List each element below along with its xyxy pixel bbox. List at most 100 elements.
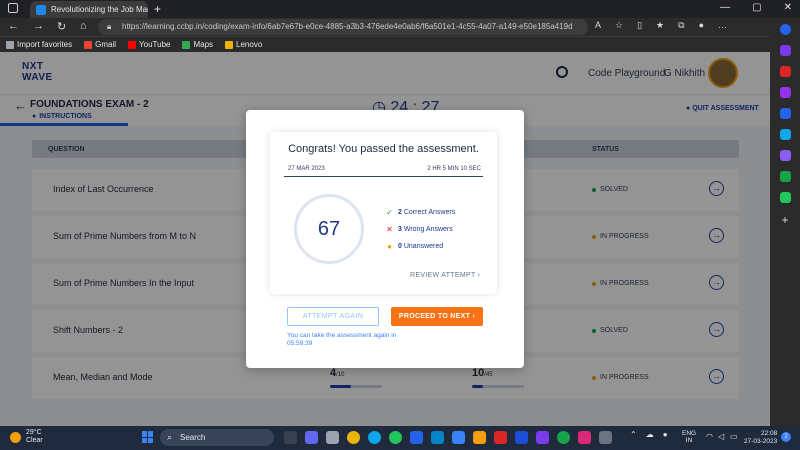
microphone-icon[interactable]: ● (663, 430, 668, 439)
unanswered-count: 0 (398, 243, 402, 250)
task-view-icon[interactable] (284, 431, 297, 444)
whatsapp-icon[interactable] (389, 431, 402, 444)
maps-icon (182, 40, 191, 49)
temperature: 29°C (26, 429, 42, 436)
address-bar: ← → ↻ ⌂ 🔒︎ https://learning.ccbp.in/codi… (0, 18, 770, 36)
chevron-right-icon: › (472, 313, 476, 320)
spotify-icon[interactable] (557, 431, 570, 444)
result-modal: Congrats! You passed the assessment. 27 … (246, 110, 524, 368)
edge-sidebar: + (770, 18, 800, 426)
exam-date: 27 MAR 2023 (288, 166, 325, 172)
mcafee-icon[interactable] (494, 431, 507, 444)
favorite-gmail[interactable]: Gmail (84, 40, 116, 49)
settings-icon[interactable] (599, 431, 612, 444)
tab-actions-icon[interactable] (8, 3, 18, 13)
cross-icon: ✕ (386, 225, 393, 234)
proceed-label: PROCEED TO NEXT (398, 313, 471, 320)
chevron-up-icon[interactable]: ⌃ (630, 430, 637, 439)
instagram-icon[interactable] (578, 431, 591, 444)
favorite-maps[interactable]: Maps (182, 40, 213, 49)
refresh-icon[interactable]: ↻ (57, 20, 66, 33)
wrong-stat: ✕ 3 Wrong Answers (386, 225, 453, 234)
tab-title: Revolutionizing the Job Market | (51, 5, 148, 14)
outlook-icon[interactable] (779, 129, 791, 140)
zoom-icon[interactable] (410, 431, 423, 444)
forward-icon[interactable]: → (33, 20, 44, 32)
file-explorer-icon[interactable] (326, 431, 339, 444)
close-window-icon[interactable]: ✕ (784, 2, 792, 13)
favorite-label: Gmail (95, 40, 117, 49)
app-icon[interactable] (536, 431, 549, 444)
result-card: Congrats! You passed the assessment. 27 … (270, 132, 497, 294)
collections-icon[interactable]: ⧉ (678, 20, 684, 31)
score-ring: 67 (294, 194, 364, 264)
favorite-import[interactable]: Import favorites (6, 40, 72, 49)
photos-icon[interactable] (515, 431, 528, 444)
new-tab-button[interactable]: + (154, 2, 161, 16)
proceed-to-next-button[interactable]: PROCEED TO NEXT › (391, 307, 483, 326)
edge-icon[interactable] (368, 431, 381, 444)
profile-icon[interactable]: ● (699, 20, 704, 31)
exam-duration: 2 HR 5 MIN 10 SEC (427, 166, 481, 172)
notification-badge[interactable]: 2 (781, 432, 791, 442)
gmail-icon (84, 40, 93, 49)
maximize-icon[interactable]: ▢ (752, 2, 761, 13)
folder-icon (225, 40, 234, 49)
correct-stat: ✓ 2 Correct Answers (386, 208, 455, 217)
cloud-icon[interactable]: ☁ (646, 430, 654, 439)
retake-note: You can take the assessment again in 05:… (287, 332, 397, 347)
tree-icon[interactable] (779, 192, 791, 203)
wifi-icon[interactable]: ◠ (706, 432, 713, 441)
chrome-icon[interactable] (347, 431, 360, 444)
drop-icon[interactable] (779, 171, 791, 182)
check-icon: ✓ (386, 208, 393, 217)
lenovo-icon[interactable] (431, 431, 444, 444)
home-icon[interactable]: ⌂ (80, 20, 87, 32)
battery-icon[interactable]: ▭ (730, 432, 738, 441)
favorites-icon[interactable]: ★ (656, 20, 664, 31)
office-icon[interactable] (779, 108, 791, 119)
region-code: IN (685, 437, 693, 444)
teams-icon[interactable] (305, 431, 318, 444)
favorite-label: YouTube (139, 40, 171, 49)
read-aloud-icon[interactable]: A (595, 20, 601, 31)
congrats-message: Congrats! You passed the assessment. (288, 143, 479, 155)
toolbar-icons: A ☆ ▯ ★ ⧉ ● … (595, 20, 727, 31)
attempt-again-button[interactable]: ATTEMPT AGAIN (287, 307, 379, 326)
dot-icon: ● (387, 242, 392, 251)
volume-icon[interactable]: ◁ (718, 432, 724, 441)
more-icon[interactable]: … (718, 20, 727, 31)
designer-icon[interactable] (779, 150, 791, 161)
browser-tab[interactable]: Revolutionizing the Job Market | ✕ (30, 1, 148, 18)
games-icon[interactable] (779, 87, 791, 98)
back-icon[interactable]: ← (8, 20, 19, 32)
split-screen-icon[interactable]: ▯ (637, 20, 642, 31)
favorites-bar: Import favorites Gmail YouTube Maps Leno… (0, 36, 770, 52)
tools-icon[interactable] (779, 66, 791, 77)
browser-tab-bar: Revolutionizing the Job Market | ✕ + — ▢… (0, 0, 800, 18)
weather-condition: Clear (26, 437, 43, 444)
shopping-icon[interactable] (779, 45, 791, 56)
system-clock[interactable]: 22:08 27-03-2023 (744, 430, 777, 446)
favorite-lenovo[interactable]: Lenovo (225, 40, 262, 49)
folder-icon[interactable] (473, 431, 486, 444)
start-button[interactable] (142, 431, 154, 443)
correct-count: 2 (398, 209, 402, 216)
store-icon[interactable] (452, 431, 465, 444)
import-icon (6, 40, 14, 49)
favorite-youtube[interactable]: YouTube (128, 40, 170, 49)
taskbar-apps (284, 431, 612, 444)
chevron-right-icon: › (477, 272, 481, 279)
youtube-icon (128, 40, 137, 49)
favorite-star-icon[interactable]: ☆ (615, 20, 623, 31)
minimize-icon[interactable]: — (720, 2, 730, 13)
review-attempt-link[interactable]: REVIEW ATTEMPT › (410, 272, 480, 279)
weather-widget[interactable]: 29°C Clear (10, 429, 43, 445)
url-input[interactable]: 🔒︎ https://learning.ccbp.in/coding/exam-… (98, 19, 588, 35)
language-indicator[interactable]: ENG IN (682, 430, 696, 444)
taskbar-search[interactable]: ⌕ Search (160, 429, 274, 446)
add-sidebar-icon[interactable]: + (781, 213, 788, 227)
unanswered-label: Unanswered (403, 243, 444, 250)
unanswered-stat: ● 0 Unanswered (386, 242, 443, 251)
bing-icon[interactable] (779, 24, 791, 35)
